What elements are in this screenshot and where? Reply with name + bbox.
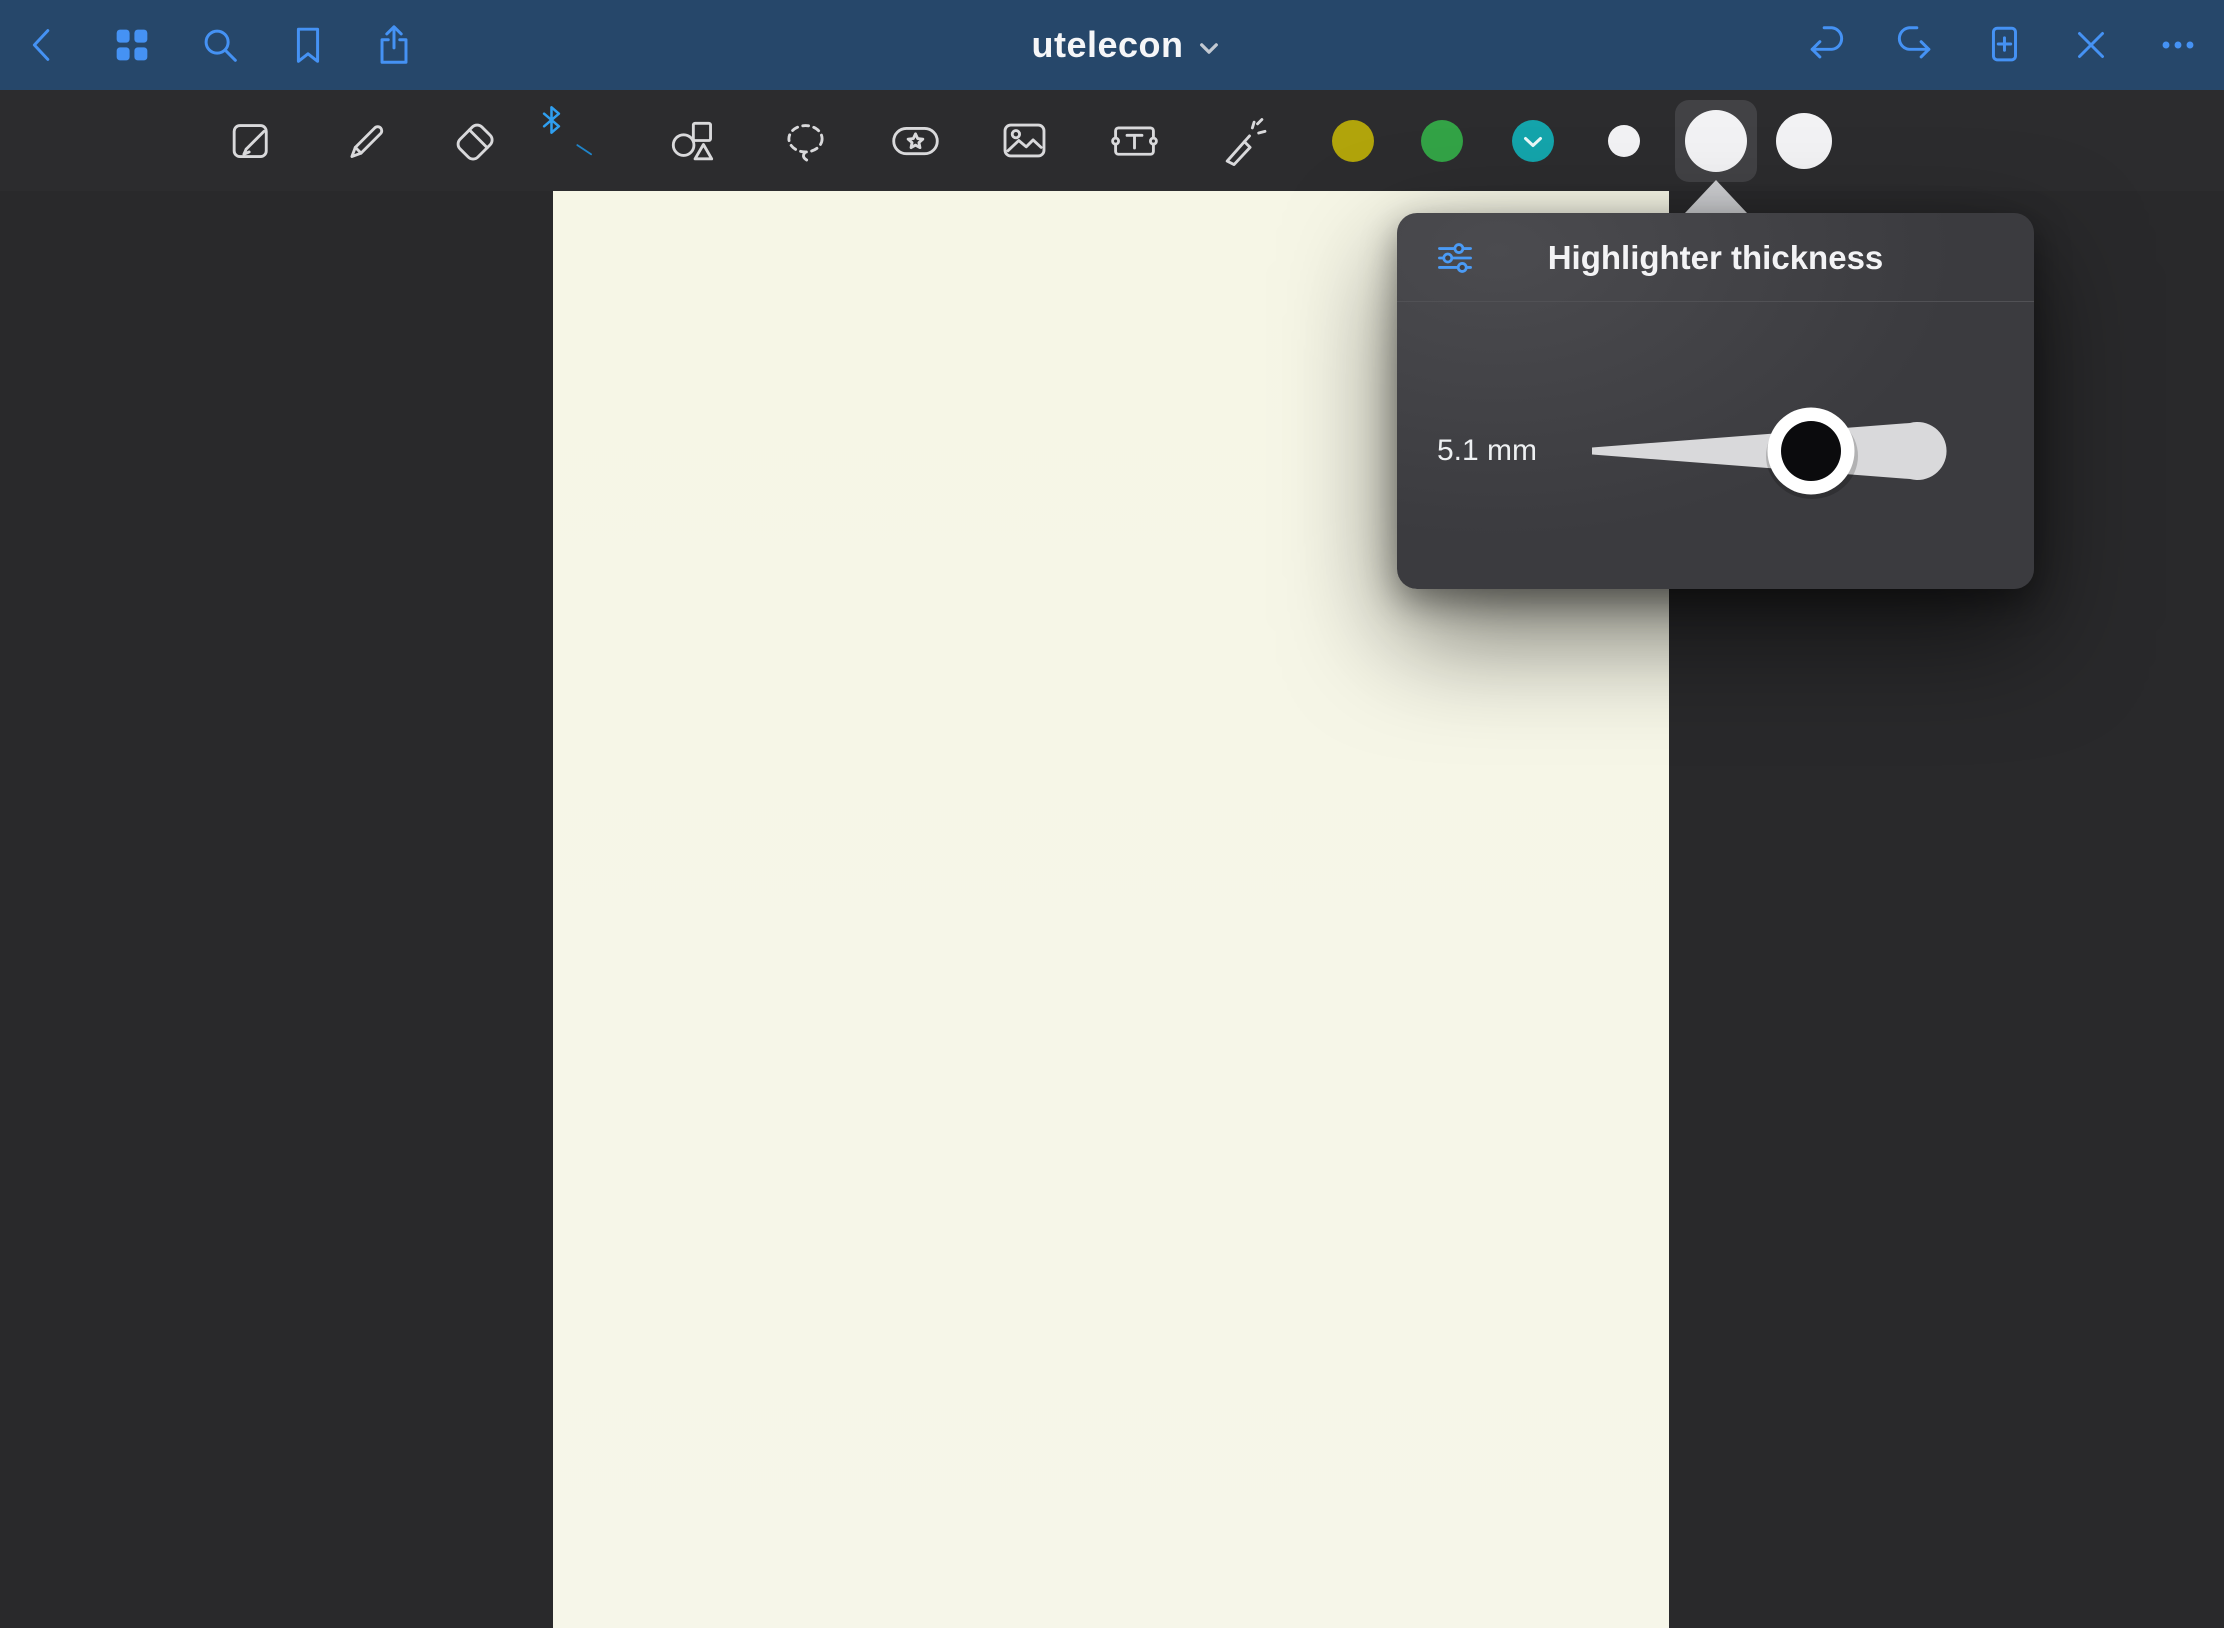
highlighter-thickness-popover: Highlighter thickness 5.1 mm <box>1397 213 2034 589</box>
image-icon <box>997 113 1052 168</box>
app-screen: utelecon <box>0 0 2224 1628</box>
highlighter-icon <box>559 113 614 168</box>
text-box-icon <box>1107 113 1162 168</box>
bluetooth-icon <box>542 105 561 135</box>
edit-mode-toggle-button[interactable] <box>2062 16 2120 74</box>
color-swatch-teal-selected[interactable] <box>1509 117 1557 165</box>
lasso-icon <box>778 113 833 168</box>
ellipsis-icon <box>2155 22 2201 68</box>
thickness-medium-button[interactable] <box>1675 100 1757 182</box>
redo-icon <box>1890 22 1936 68</box>
sticker-star-icon <box>888 113 943 168</box>
tool-shapes-button[interactable] <box>662 109 726 173</box>
add-page-icon <box>1981 22 2027 68</box>
green-color-icon <box>1420 119 1464 163</box>
share-icon <box>371 22 417 68</box>
thickness-small-dot <box>1608 125 1640 157</box>
chevron-down-icon <box>1196 35 1223 62</box>
tool-lasso-button[interactable] <box>773 109 837 173</box>
eraser-icon <box>448 113 503 168</box>
popover-arrow <box>1685 180 1747 213</box>
popover-title: Highlighter thickness <box>1397 239 2034 277</box>
thumbnails-grid-icon <box>109 22 155 68</box>
tool-bar <box>0 90 2224 191</box>
back-chevron-icon <box>20 22 66 68</box>
back-button[interactable] <box>14 16 72 74</box>
slider-knob-dot <box>1781 421 1841 481</box>
tool-text-button[interactable] <box>1102 109 1166 173</box>
yellow-color-icon <box>1331 119 1375 163</box>
thickness-large-dot <box>1776 113 1832 169</box>
color-swatch-green[interactable] <box>1418 117 1466 165</box>
notebook-title-menu[interactable]: utelecon <box>1031 24 1222 66</box>
thumbnails-button[interactable] <box>103 16 161 74</box>
laser-pointer-icon <box>1218 113 1273 168</box>
tool-laser-pointer-button[interactable] <box>1213 109 1277 173</box>
tool-image-button[interactable] <box>992 109 1056 173</box>
undo-button[interactable] <box>1799 16 1857 74</box>
edit-page-icon <box>225 113 280 168</box>
crossed-pen-icon <box>2068 22 2114 68</box>
thickness-small-button[interactable] <box>1608 125 1640 157</box>
share-button[interactable] <box>365 16 423 74</box>
tool-elements-button[interactable] <box>883 109 947 173</box>
thickness-large-button[interactable] <box>1776 113 1832 169</box>
tool-pen-button[interactable] <box>332 109 396 173</box>
notebook-title: utelecon <box>1031 24 1183 66</box>
teal-color-icon <box>1511 119 1555 163</box>
undo-icon <box>1805 22 1851 68</box>
redo-button[interactable] <box>1884 16 1942 74</box>
thickness-value-label: 5.1 mm <box>1437 433 1537 469</box>
bookmark-icon <box>285 22 331 68</box>
search-icon <box>197 22 243 68</box>
search-button[interactable] <box>191 16 249 74</box>
thickness-medium-dot <box>1685 110 1747 172</box>
shapes-icon <box>667 113 722 168</box>
tool-edit-page-button[interactable] <box>220 109 284 173</box>
popover-header: Highlighter thickness <box>1397 213 2034 302</box>
thickness-slider <box>1572 391 1992 511</box>
pen-icon <box>337 113 392 168</box>
nav-bar: utelecon <box>0 0 2224 90</box>
more-button[interactable] <box>2149 16 2207 74</box>
bookmark-button[interactable] <box>279 16 337 74</box>
tool-highlighter-button[interactable] <box>554 109 618 173</box>
tool-eraser-button[interactable] <box>443 109 507 173</box>
color-swatch-yellow[interactable] <box>1329 117 1377 165</box>
add-page-button[interactable] <box>1975 16 2033 74</box>
